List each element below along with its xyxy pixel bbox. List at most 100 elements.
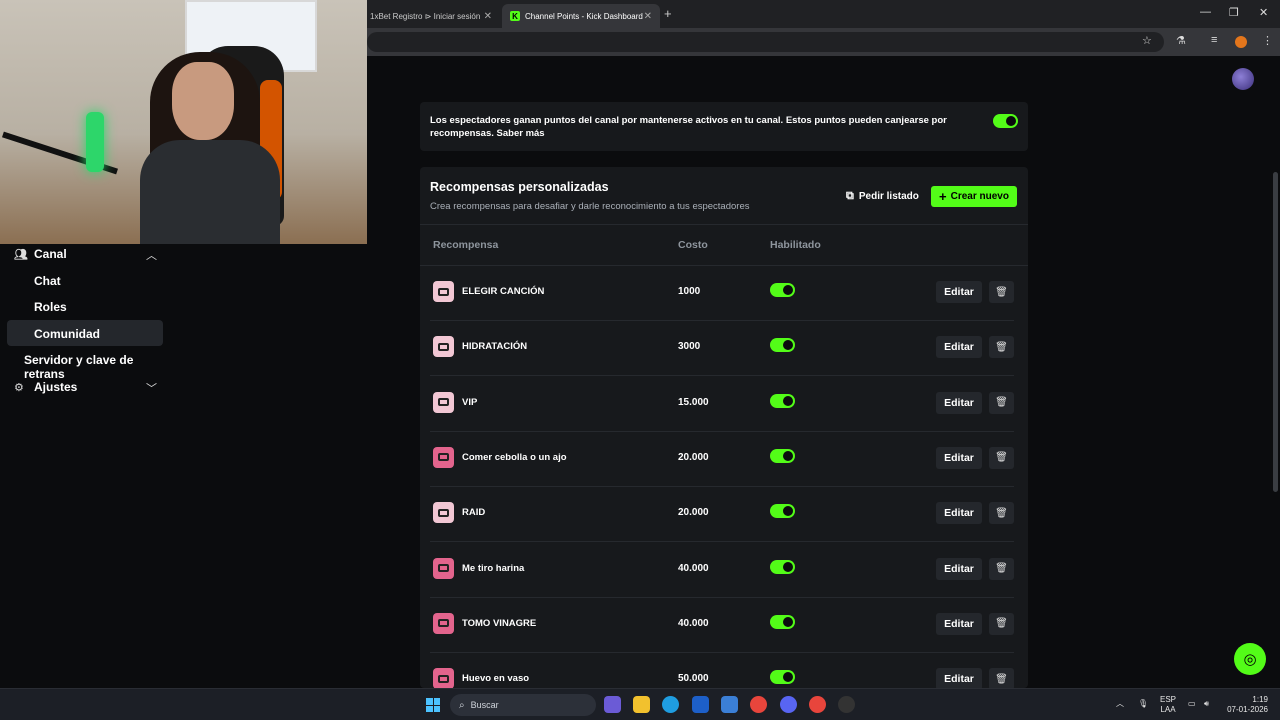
sidebar-item-chat[interactable]: Chat [34,274,61,288]
trash-icon: 🗑︎ [995,341,1008,353]
edge-icon[interactable] [662,696,679,713]
tray-chevron-icon[interactable]: ︿ [1116,699,1124,709]
delete-button[interactable]: 🗑︎ [989,336,1014,359]
close-window-icon[interactable]: ✕ [1259,6,1268,19]
restore-icon[interactable]: ❐ [1229,6,1239,19]
media-icon[interactable]: ≡ [1211,34,1217,46]
chevron-up-icon[interactable]: ︿ [146,247,157,263]
tab-title: 1xBet Registro ⊳ Iniciar sesión [370,11,481,21]
tab-kick-dashboard[interactable]: K Channel Points - Kick Dashboard ✕ [502,4,660,28]
volume-icon[interactable]: 🔊︎ [1204,699,1209,709]
lang-sub: LAA [1160,705,1176,714]
outlook-icon[interactable] [721,696,738,713]
reward-enabled-toggle[interactable] [770,614,795,629]
close-tab-icon[interactable]: ✕ [644,11,652,22]
new-tab-button[interactable]: + [664,6,672,21]
reward-cost: 40.000 [678,562,709,574]
sidebar-item-label: Chat [34,274,61,288]
reward-name: Huevo en vaso [462,673,530,685]
teams-app-icon[interactable] [604,696,621,713]
sidebar-item-comunidad[interactable]: Comunidad [34,327,100,341]
reward-name: TOMO VINAGRE [462,617,537,629]
sidebar-item-roles[interactable]: Roles [34,300,67,314]
delete-button[interactable]: 🗑︎ [989,668,1014,688]
reward-name: ELEGIR CANCIÓN [462,286,545,297]
windows-start-icon[interactable] [426,698,440,712]
edit-button[interactable]: Editar [936,502,982,525]
close-tab-icon[interactable]: ✕ [484,11,492,22]
delete-button[interactable]: 🗑︎ [989,446,1014,469]
store-icon[interactable] [692,696,709,713]
browser-profile-avatar[interactable] [1235,36,1247,48]
external-link-icon: ⧉ [846,190,854,202]
chrome-active-icon[interactable] [809,696,826,713]
page-scrollbar[interactable] [1273,172,1278,492]
clock-date: 07-01-2026 [1227,705,1268,714]
create-new-button[interactable]: + Crear nuevo [931,186,1017,207]
rewards-subtitle: Crea recompensas para desafiar y darle r… [430,201,750,212]
chrome-icon[interactable] [750,696,767,713]
clock[interactable]: 1:19 07-01-2026 [1224,695,1268,715]
reward-icon [433,668,454,688]
obs-icon[interactable] [838,696,855,713]
language-indicator[interactable]: ESP LAA [1160,695,1176,715]
trash-icon: 🗑︎ [995,673,1008,685]
lang-code: ESP [1160,695,1177,704]
sidebar-item-label: Servidor y clave de retrans [24,353,134,381]
column-header-cost: Costo [678,239,708,251]
reward-name: Me tiro harina [462,562,525,574]
edit-button[interactable]: Editar [936,446,982,469]
reward-enabled-toggle[interactable] [770,283,795,297]
delete-button[interactable]: 🗑︎ [989,557,1014,580]
reward-enabled-toggle[interactable] [770,504,795,519]
sidebar-item-servidor[interactable]: Servidor y clave de retrans [24,353,170,381]
user-avatar[interactable] [1232,68,1254,90]
browser-menu-icon[interactable]: ⋮ [1262,34,1273,47]
minimize-icon[interactable]: — [1200,6,1211,18]
reward-enabled-toggle[interactable] [770,338,795,353]
network-icon[interactable]: ▭ [1188,699,1196,709]
microphone-icon[interactable]: 🎙︎ [1138,699,1148,709]
request-list-button[interactable]: ⧉ Pedir listado [846,186,919,207]
url-field[interactable] [367,32,1164,52]
sidebar-item-label: Comunidad [34,327,100,341]
table-row: TOMO VINAGRE 40.000 Editar 🗑︎ [420,598,1028,653]
sidebar-item-canal[interactable]: 👥︎ Canal [14,247,67,261]
delete-button[interactable]: 🗑︎ [989,391,1014,414]
reward-cost: 20.000 [678,451,709,463]
reward-name: RAID [462,507,486,519]
tab-1xbet[interactable]: 1xBet Registro ⊳ Iniciar sesión ✕ [362,4,500,28]
plus-icon: + [939,189,947,204]
webcam-overlay [0,0,367,244]
support-chat-button[interactable]: ◎ [1234,643,1266,675]
edit-button[interactable]: Editar [936,336,982,359]
bookmark-star-icon[interactable]: ☆ [1142,34,1152,47]
reward-cost: 50.000 [678,673,709,685]
reward-name: HIDRATACIÓN [462,341,528,353]
edit-button[interactable]: Editar [936,668,982,688]
reward-enabled-toggle[interactable] [770,559,795,574]
reward-enabled-toggle[interactable] [770,393,795,408]
chevron-down-icon[interactable]: ﹀ [146,380,157,396]
sidebar-item-ajustes[interactable]: ⚙ Ajustes [14,380,77,394]
edit-button[interactable]: Editar [936,391,982,414]
delete-button[interactable]: 🗑︎ [989,281,1014,303]
reward-enabled-toggle[interactable] [770,448,795,463]
edit-button[interactable]: Editar [936,557,982,580]
trash-icon: 🗑︎ [995,397,1008,409]
edit-button[interactable]: Editar [936,281,982,303]
extensions-icon[interactable]: ⚗ [1176,34,1186,47]
channel-points-toggle[interactable] [993,114,1018,128]
discord-icon[interactable] [780,696,797,713]
edit-button[interactable]: Editar [936,612,982,635]
delete-button[interactable]: 🗑︎ [989,612,1014,635]
delete-button[interactable]: 🗑︎ [989,502,1014,525]
reward-enabled-toggle[interactable] [770,670,795,685]
taskbar-search[interactable]: ⌕ Buscar [450,694,596,716]
table-row: ELEGIR CANCIÓN 1000 Editar 🗑︎ [420,266,1028,321]
reward-cost: 40.000 [678,617,709,629]
reward-icon [433,336,454,358]
trash-icon: 🗑︎ [995,286,1008,298]
webcam-microphone [86,112,104,172]
file-explorer-icon[interactable] [633,696,650,713]
